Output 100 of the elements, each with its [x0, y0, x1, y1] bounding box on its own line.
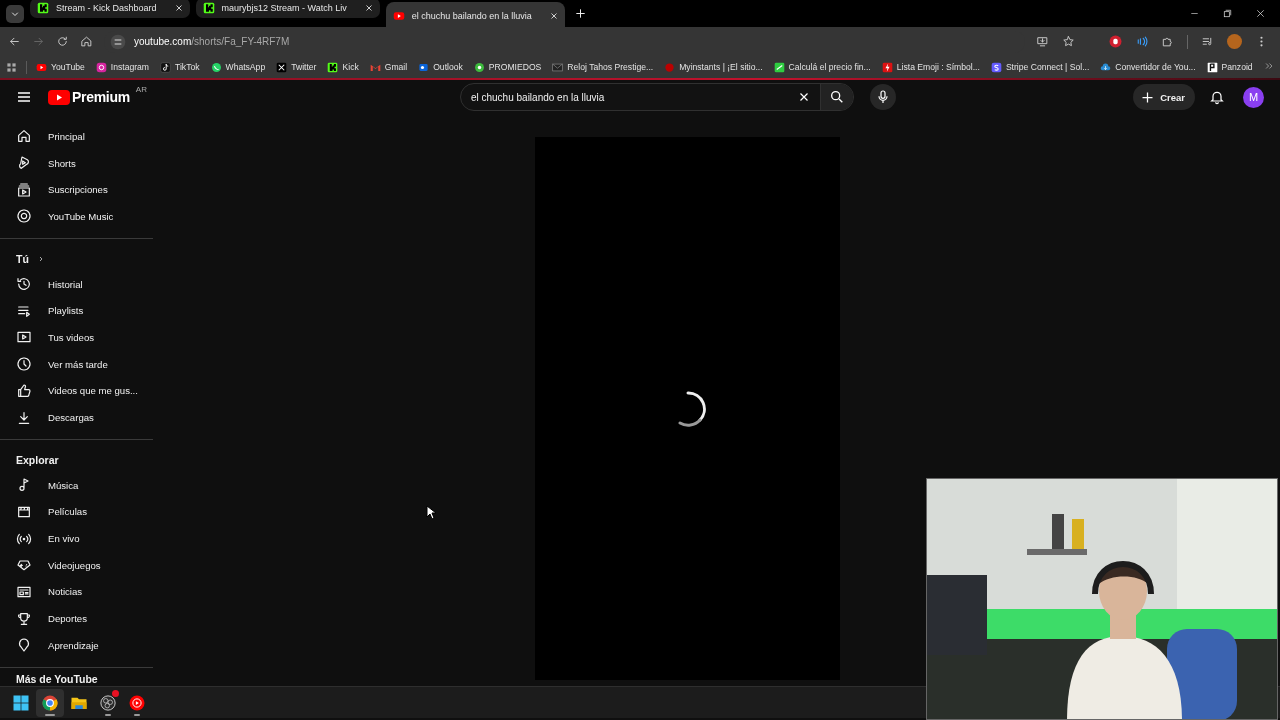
bookmark-link[interactable]: Panzoid	[1206, 61, 1253, 73]
bookmark-link[interactable]: Reloj Tahos Prestige...	[552, 61, 654, 73]
bookmark-link[interactable]: Instagram	[95, 61, 149, 73]
bookmark-link[interactable]: Stripe Connect | Sol...	[990, 61, 1090, 73]
browser-tab[interactable]: el chuchu bailando en la lluvia	[385, 2, 565, 29]
star-icon[interactable]	[1062, 35, 1075, 48]
bookmark-link[interactable]: Gmail	[369, 61, 408, 73]
circle-icon	[664, 61, 676, 73]
sidebar-item[interactable]: Música	[0, 471, 153, 499]
sidebar-item[interactable]: Noticias	[0, 578, 153, 606]
k-logo-icon	[202, 2, 215, 14]
bookmark-link[interactable]: Convertidor de You...	[1100, 61, 1196, 73]
bookmark-link[interactable]: TikTok	[160, 61, 200, 73]
stacked-screen-icon	[16, 181, 32, 198]
camera-icon	[95, 61, 107, 73]
play-badge-icon	[16, 155, 32, 172]
bookmark-link[interactable]: Calculá el precio fin...	[773, 61, 871, 73]
reload-icon[interactable]	[56, 35, 69, 48]
search-field[interactable]: el chuchu bailando en la lluvia	[459, 83, 854, 111]
clock-arrow-icon	[16, 276, 32, 293]
play-circle-icon	[128, 693, 146, 712]
you-link[interactable]: Tú	[0, 246, 153, 271]
back-arrow-icon[interactable]	[8, 35, 21, 48]
sidebar-item[interactable]: Películas	[0, 498, 153, 526]
site-settings-icon	[110, 33, 126, 50]
clock-icon	[16, 356, 32, 373]
section-heading: Más de YouTube	[15, 671, 99, 686]
cloud-icon	[1100, 61, 1112, 73]
bookmark-link[interactable]: Kick	[327, 61, 359, 73]
plus-icon	[574, 7, 588, 20]
puzzle-icon[interactable]	[1161, 35, 1174, 48]
cursor-icon	[426, 505, 436, 520]
chevrons-right-icon[interactable]	[1264, 61, 1274, 71]
wave-icon	[990, 61, 1002, 73]
voice-search-button[interactable]	[869, 84, 896, 110]
browser-tab[interactable]: Stream - Kick Dashboard	[30, 0, 190, 18]
cross-icon	[276, 61, 288, 73]
windows-logo-icon	[12, 693, 30, 712]
sidebar-item[interactable]: Suscripciones	[0, 176, 153, 204]
circle-logo-icon	[99, 693, 117, 712]
close-icon[interactable]	[173, 3, 184, 13]
close-icon[interactable]	[1255, 8, 1266, 19]
ball-icon	[473, 61, 485, 73]
trophy-icon	[16, 610, 32, 627]
bookmark-link[interactable]: YouTube	[36, 61, 85, 73]
flag-icon	[1206, 61, 1218, 73]
chat-bubble-icon	[210, 61, 222, 73]
apps-grid-icon[interactable]	[6, 61, 17, 73]
thumbs-up-icon	[16, 382, 32, 399]
sidebar-item[interactable]: Shorts	[0, 149, 153, 177]
lightning-icon	[881, 61, 893, 73]
sidebar-item[interactable]: Videojuegos	[0, 551, 153, 579]
bookmark-link[interactable]: Lista Emoji : Símbol...	[881, 61, 980, 73]
tab-list-button[interactable]	[6, 4, 24, 23]
bell-icon[interactable]	[1209, 89, 1225, 105]
taskbar-app-button[interactable]	[36, 688, 64, 717]
restore-icon[interactable]	[1222, 8, 1233, 19]
media-list-icon[interactable]	[1201, 35, 1214, 48]
k-logo-icon	[327, 61, 339, 73]
account-avatar[interactable]: M	[1243, 86, 1264, 108]
sidebar-item[interactable]: Tus videos	[0, 324, 153, 351]
sidebar-item[interactable]: Ver más tarde	[0, 350, 153, 378]
create-button[interactable]: Crear	[1133, 84, 1195, 110]
sidebar-item[interactable]: Principal	[0, 123, 153, 150]
section-heading: Explorar	[16, 453, 59, 466]
search-icon	[828, 89, 845, 105]
play-button-icon	[36, 61, 47, 73]
bookmark-link[interactable]: Twitter	[276, 61, 317, 73]
sidebar-item[interactable]: Descargas	[0, 404, 153, 431]
envelope-icon	[552, 61, 564, 73]
mail-icon	[418, 61, 430, 73]
sidebar-item[interactable]: YouTube Music	[0, 203, 153, 230]
search-button[interactable]	[819, 84, 853, 110]
home-icon[interactable]	[80, 35, 93, 48]
bookmark-link[interactable]: WhatsApp	[210, 61, 266, 73]
bulb-icon	[16, 637, 32, 654]
play-button-icon	[392, 9, 405, 22]
profile-avatar[interactable]	[1227, 34, 1242, 49]
bookmark-link[interactable]: Myinstants | ¡El sitio...	[664, 61, 763, 73]
youtube-premium-logo[interactable]: Premium AR	[48, 89, 147, 105]
home-icon	[16, 128, 32, 145]
calculator-icon	[773, 61, 785, 73]
close-icon[interactable]	[363, 3, 374, 13]
menu-icon[interactable]	[16, 89, 32, 105]
play-logo-icon	[48, 89, 70, 105]
sidebar-item[interactable]: Deportes	[0, 605, 153, 632]
sidebar-item[interactable]: Historial	[0, 270, 153, 298]
sidebar-item[interactable]: Playlists	[0, 297, 153, 325]
signal-waves-icon[interactable]	[1135, 35, 1148, 48]
sidebar-item[interactable]: Videos que me gus...	[0, 377, 153, 405]
bookmark-link[interactable]: Outlook	[418, 61, 463, 73]
close-icon[interactable]	[548, 10, 559, 21]
browser-tab[interactable]: maurybjs12 Stream - Watch Liv	[195, 0, 380, 18]
install-icon[interactable]	[1036, 35, 1049, 48]
sidebar-item[interactable]: En vivo	[0, 525, 153, 552]
stop-hand-icon[interactable]	[1109, 35, 1122, 48]
sidebar-item[interactable]: Aprendizaje	[0, 632, 153, 659]
url-text: youtube.com/shorts/Fa_FY-4RF7M	[134, 36, 290, 47]
chrome-icon	[41, 693, 59, 712]
bookmark-link[interactable]: PROMIEDOS	[473, 61, 542, 73]
